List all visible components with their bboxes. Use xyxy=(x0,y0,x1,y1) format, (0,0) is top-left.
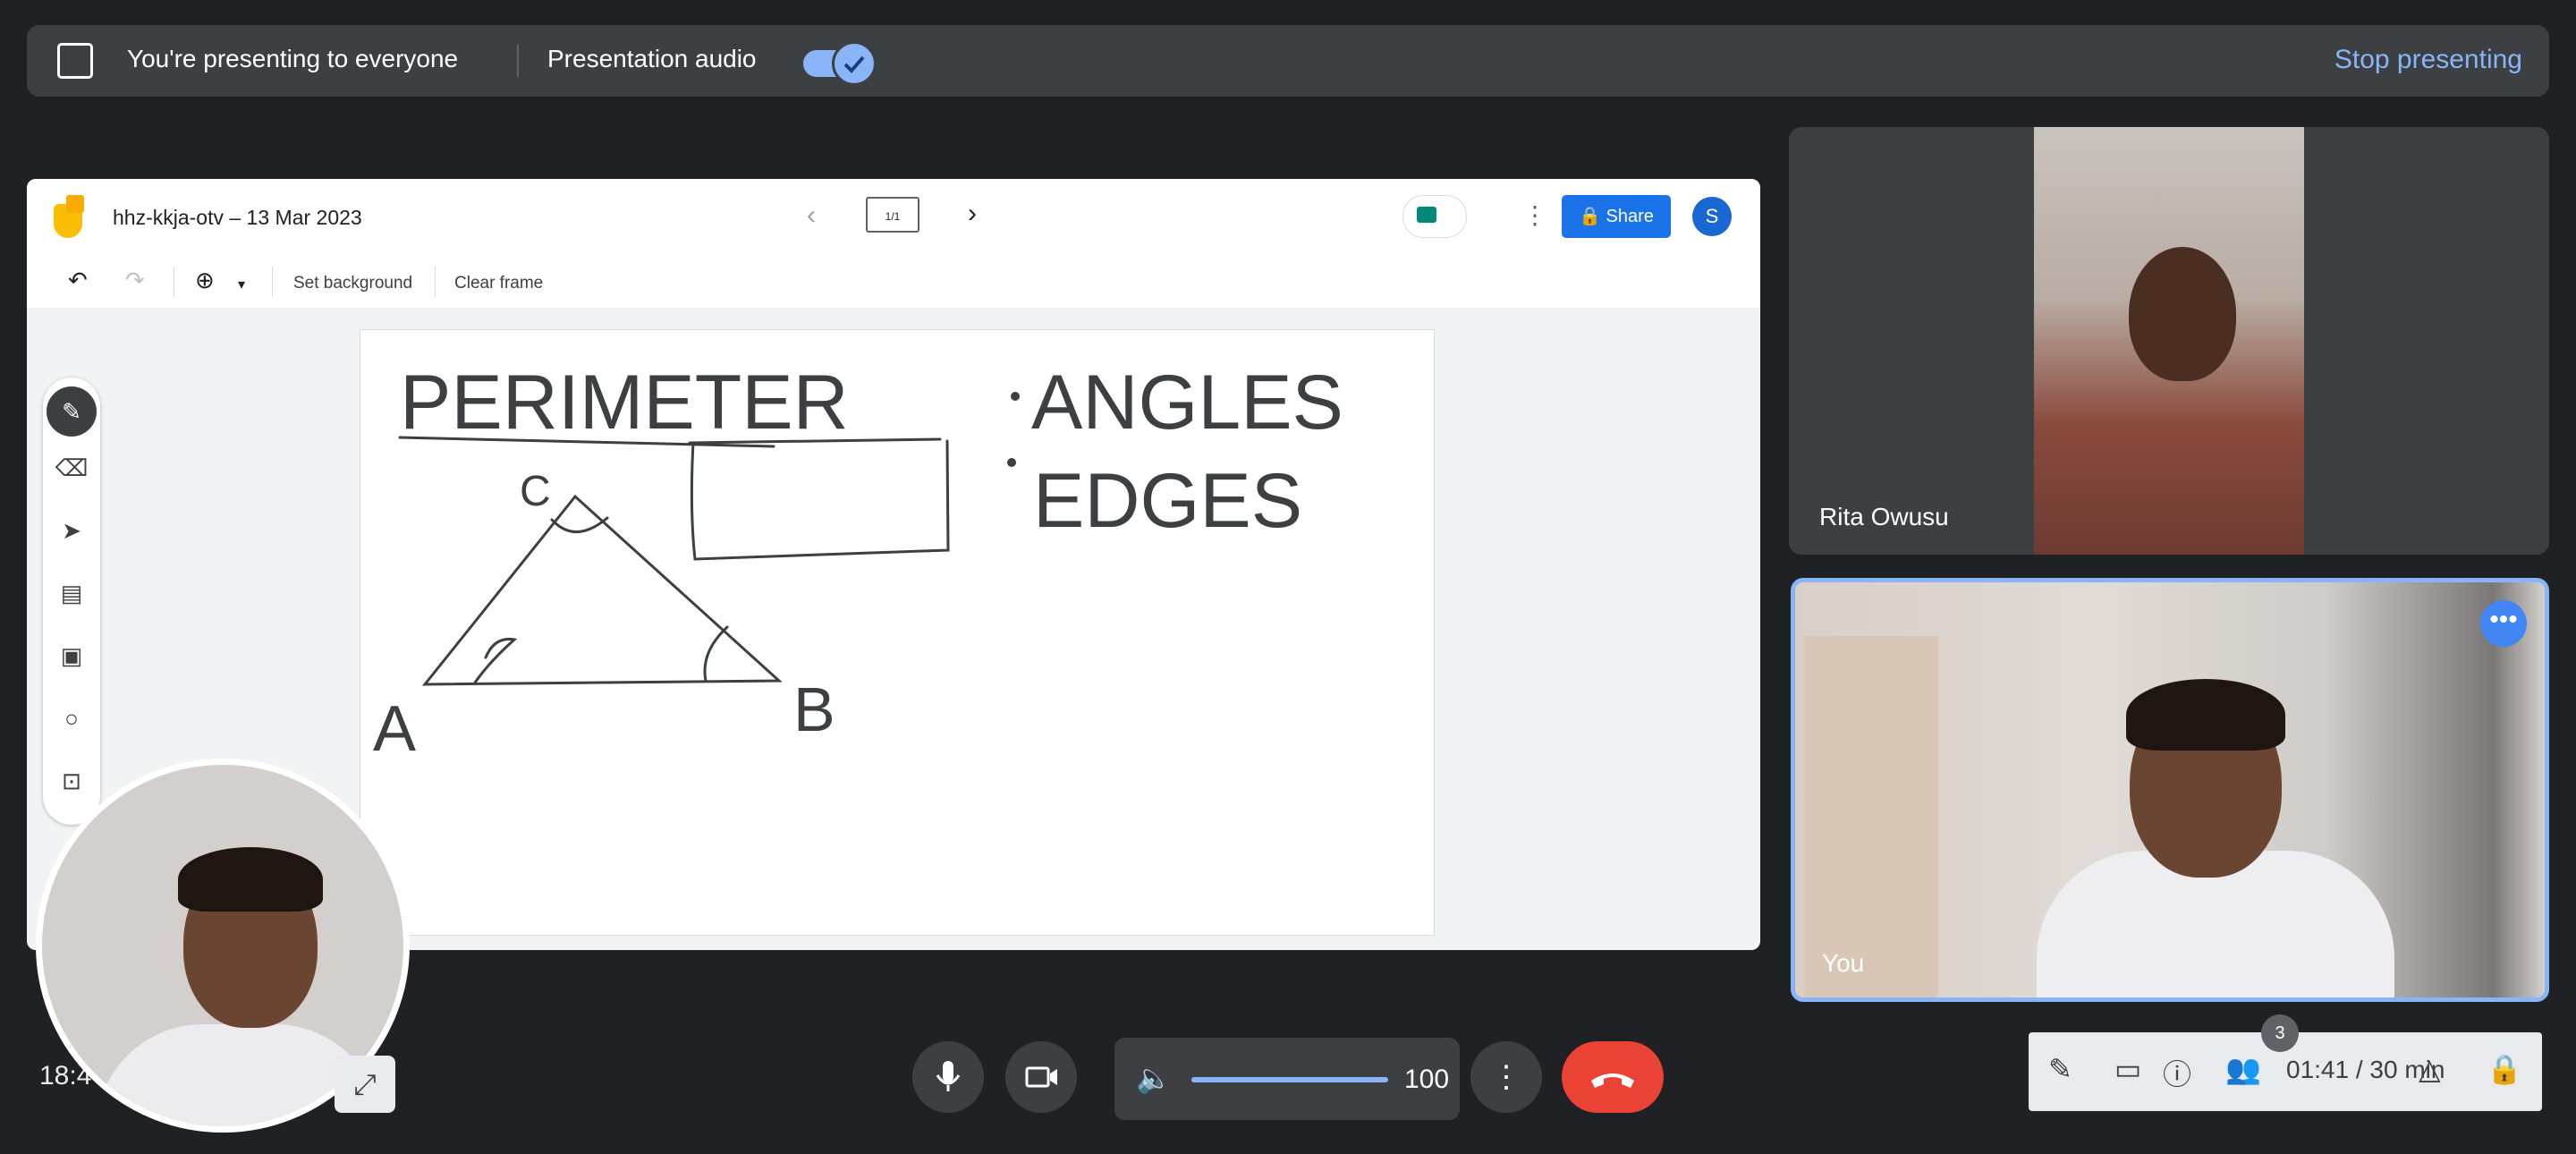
participant-count-badge: 3 xyxy=(2261,1014,2299,1052)
vertex-b-label: B xyxy=(793,675,835,744)
camera-button[interactable] xyxy=(1005,1041,1077,1113)
self-hair xyxy=(178,847,323,912)
angles-bullet xyxy=(1011,392,1020,401)
clear-frame-button[interactable]: Clear frame xyxy=(454,274,543,293)
edit-pencil-icon[interactable]: ✎ xyxy=(2048,1052,2072,1086)
toggle-check-icon[interactable] xyxy=(832,41,877,86)
presenting-status-text: You're presenting to everyone xyxy=(127,45,459,72)
people-icon[interactable]: 👥 xyxy=(2225,1052,2261,1086)
presenting-banner: You're presenting to everyone Presentati… xyxy=(27,25,2549,97)
volume-slider[interactable] xyxy=(1191,1077,1388,1082)
participant-silhouette xyxy=(2129,247,2236,381)
leave-call-button[interactable] xyxy=(1562,1041,1664,1113)
vertex-a-label: A xyxy=(373,693,416,765)
select-tool-icon[interactable]: ➤ xyxy=(43,517,100,545)
redo-icon[interactable]: ↷ xyxy=(125,267,145,294)
microphone-button[interactable] xyxy=(912,1041,984,1113)
jamboard-toolbar xyxy=(27,258,1760,308)
more-options-button[interactable]: ⋮ xyxy=(1470,1041,1542,1113)
pen-tool-icon[interactable]: ✎ xyxy=(47,386,97,437)
sticky-note-icon[interactable]: ▤ xyxy=(43,580,100,607)
share-button[interactable]: 🔒 Share xyxy=(1562,195,1671,238)
present-screen-icon xyxy=(57,43,93,79)
edges-box xyxy=(690,439,950,561)
heading-text: PERIMETER xyxy=(400,360,849,445)
eraser-tool-icon[interactable]: ⌫ xyxy=(43,454,100,482)
angle-a-arc xyxy=(473,637,518,684)
toolbar-separator xyxy=(272,267,273,297)
room-shelf xyxy=(1804,636,1938,997)
meeting-tools-panel: ✎ ▭ ⓘ 👥 3 01:41 / 30 min △ 🔒 xyxy=(2029,1014,2542,1111)
participant-tile-rita[interactable]: Rita Owusu xyxy=(1789,127,2549,555)
volume-value: 100 xyxy=(1404,1065,1450,1094)
zoom-icon[interactable]: ⊕ xyxy=(195,267,215,294)
camera-icon xyxy=(1025,1066,1057,1088)
jam-title[interactable]: hhz-kkja-otv – 13 Mar 2023 xyxy=(113,206,362,230)
text-box-icon[interactable]: ⊡ xyxy=(43,768,100,795)
edges-text: EDGES xyxy=(1033,458,1302,544)
zoom-dropdown-icon[interactable]: ▾ xyxy=(238,276,245,293)
info-icon[interactable]: ⓘ xyxy=(2163,1052,2191,1093)
meet-camera-icon xyxy=(1417,207,1436,223)
next-frame-icon[interactable]: › xyxy=(968,199,977,229)
participant-hair xyxy=(2126,679,2285,751)
share-label: Share xyxy=(1606,207,1654,226)
speaker-icon[interactable]: 🔈 xyxy=(1136,1061,1172,1095)
volume-control[interactable]: 🔈 100 xyxy=(1114,1038,1460,1120)
hang-up-icon xyxy=(1591,1073,1634,1089)
presentation-audio-label: Presentation audio xyxy=(547,45,757,72)
previous-frame-icon[interactable]: ‹ xyxy=(807,200,816,231)
angles-text: ANGLES xyxy=(1031,360,1343,445)
more-options-icon[interactable]: ⋮ xyxy=(1522,200,1547,230)
activities-icon[interactable]: △ xyxy=(2419,1052,2441,1086)
set-background-button[interactable]: Set background xyxy=(293,274,412,293)
angle-b-arc xyxy=(703,625,729,683)
participant-name: You xyxy=(1822,949,1865,977)
image-tool-icon[interactable]: ▣ xyxy=(43,642,100,670)
angle-c-arc xyxy=(550,516,609,533)
participant-name: Rita Owusu xyxy=(1819,503,1949,530)
frame-bar-button[interactable]: 1/1 xyxy=(866,197,919,233)
jamboard-logo-accent xyxy=(66,195,84,213)
whiteboard-canvas[interactable]: PERIMETER C A B ANGLES EDGES xyxy=(360,329,1435,936)
vertex-c-label: C xyxy=(520,468,551,515)
undo-icon[interactable]: ↶ xyxy=(68,267,88,294)
host-controls-icon[interactable]: 🔒 xyxy=(2487,1052,2522,1086)
stop-presenting-button[interactable]: Stop presenting xyxy=(2334,45,2522,75)
banner-divider xyxy=(517,45,519,77)
note-icon[interactable]: ▭ xyxy=(2114,1052,2141,1086)
triangle-shape xyxy=(421,494,783,686)
participant-tile-you[interactable]: You ••• xyxy=(1791,578,2549,1002)
microphone-icon xyxy=(936,1061,961,1091)
expand-self-view-icon[interactable]: ⤢ xyxy=(335,1056,395,1113)
shape-tool-icon[interactable]: ○ xyxy=(43,705,100,733)
edges-bullet xyxy=(1007,458,1016,467)
more-options-icon[interactable]: ••• xyxy=(2480,600,2527,647)
toolbar-separator xyxy=(435,267,436,297)
account-avatar[interactable]: S xyxy=(1692,197,1732,236)
